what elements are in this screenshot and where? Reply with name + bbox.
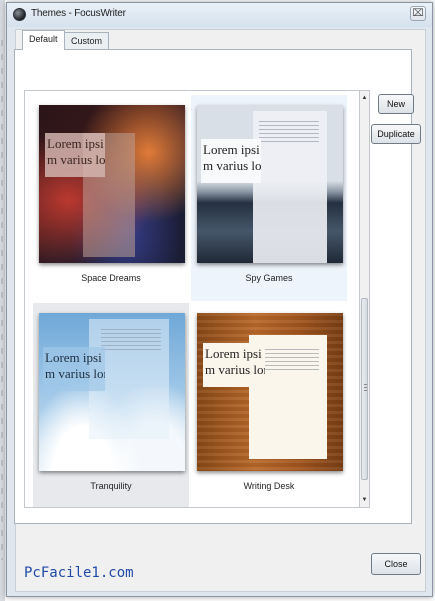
scroll-down-icon[interactable]: ▼: [360, 494, 369, 506]
theme-name-label: Writing Desk: [243, 481, 295, 491]
theme-preview-space-dreams: Lorem ipsi m varius lore: [39, 105, 185, 263]
duplicate-theme-button[interactable]: Duplicate: [371, 124, 421, 144]
tab-default[interactable]: Default: [22, 30, 65, 50]
grip-icon: [364, 384, 367, 392]
theme-name-label: Tranquility: [90, 481, 132, 491]
theme-preview-spy-games: Lorem ipsi m varius lore: [197, 105, 343, 263]
close-button[interactable]: Close: [371, 553, 421, 575]
desktop-background-strip: [0, 0, 5, 601]
text-lines: [259, 349, 319, 373]
new-theme-button[interactable]: New: [378, 94, 414, 114]
sample-text: Lorem ipsi m varius lore: [203, 343, 265, 387]
theme-item-tranquility[interactable]: Lorem ipsi m varius lore Tranquility: [33, 303, 189, 507]
scrollbar-thumb[interactable]: [361, 298, 368, 480]
sample-text: Lorem ipsi m varius lore: [201, 139, 261, 183]
window-title: Themes - FocusWriter: [31, 8, 126, 19]
close-window-button[interactable]: ⌧: [410, 6, 426, 21]
theme-preview-writing-desk: Lorem ipsi m varius lore: [197, 313, 343, 471]
theme-preview-tranquility: Lorem ipsi m varius lore: [39, 313, 185, 471]
focuswriter-app-icon: [13, 8, 26, 21]
sample-text: Lorem ipsi m varius lore: [45, 133, 105, 177]
theme-item-spy-games[interactable]: Lorem ipsi m varius lore Spy Games: [191, 95, 347, 301]
scroll-up-icon[interactable]: ▲: [360, 92, 369, 104]
theme-item-space-dreams[interactable]: Lorem ipsi m varius lore Space Dreams: [33, 95, 189, 301]
theme-list-scrollbar[interactable]: ▲ ▼: [360, 90, 370, 508]
paper-area: [253, 111, 327, 263]
watermark-text: PcFacile1.com: [24, 565, 134, 581]
theme-name-label: Space Dreams: [81, 273, 141, 283]
theme-item-writing-desk[interactable]: Lorem ipsi m varius lore Writing Desk: [191, 303, 347, 507]
text-lines: [259, 121, 319, 145]
theme-list[interactable]: Lorem ipsi m varius lore Space Dreams Lo…: [24, 90, 360, 508]
title-bar[interactable]: Themes - FocusWriter ⌧: [7, 3, 432, 27]
text-lines: [101, 329, 161, 353]
sample-text: Lorem ipsi m varius lore: [43, 347, 105, 391]
theme-name-label: Spy Games: [245, 273, 293, 283]
tab-custom[interactable]: Custom: [64, 32, 110, 50]
